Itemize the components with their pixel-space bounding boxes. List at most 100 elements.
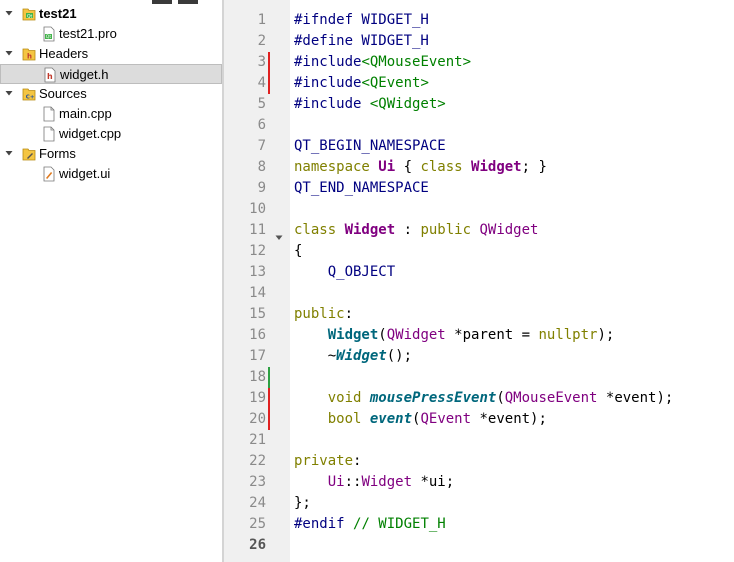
expand-arrow-icon[interactable] [5,9,13,17]
tree-item-label: Sources [39,86,87,101]
code-line[interactable]: QT_BEGIN_NAMESPACE [294,138,446,154]
line-number: 13 [249,264,266,280]
code-token: QT_BEGIN_NAMESPACE [294,138,446,154]
code-token: class [294,222,345,238]
code-token: Ui [378,159,396,175]
code-line[interactable]: class Widget : public QWidget [294,222,538,238]
code-line[interactable]: #include<QEvent> [294,75,429,91]
code-token: ; } [521,159,547,175]
ui-file-icon [42,166,56,182]
header-file-icon: h [43,67,57,83]
code-editor[interactable]: #ifndef WIDGET_H #define WIDGET_H #include… [290,0,734,562]
line-number: 4 [257,75,266,91]
line-number: 17 [249,348,266,364]
code-token: Widget [361,474,413,490]
qt-project-icon: Qt [22,6,36,22]
line-number: 24 [249,495,266,511]
tree-item-label: test21 [39,6,77,21]
code-line[interactable]: private: [294,453,361,469]
code-line[interactable]: public: [294,306,353,322]
line-number: 11 [249,222,266,238]
line-number-gutter: 1 2 3 4 5 6 7 8 9 10 11 12 13 14 15 16 17 18 19 20 21 22 23 24 2… [224,0,290,562]
line-number: 10 [249,201,266,217]
tree-item[interactable]: h Headers [0,44,222,64]
code-token: #define WIDGET_H [294,33,429,49]
code-token: Widget [327,327,379,343]
code-line[interactable]: #endif // WIDGET_H [294,516,446,532]
code-token: ); [597,327,615,343]
code-line[interactable]: Widget(QWidget *parent = nullptr); [294,327,615,343]
svg-text:Qt: Qt [46,34,52,40]
code-line[interactable]: { [294,243,302,259]
code-line[interactable]: Q_OBJECT [294,264,395,280]
code-token: <QEvent> [361,75,429,91]
code-line[interactable]: #include <QWidget> [294,96,446,112]
line-number: 20 [249,411,266,427]
expand-arrow-icon[interactable] [5,89,13,97]
cpp-file-icon [42,126,56,142]
line-number: 22 [249,453,266,469]
code-line[interactable]: ~Widget(); [294,348,412,364]
tree-item[interactable]: Qt test21 [0,4,222,24]
code-line[interactable]: namespace Ui { class Widget; } [294,159,547,175]
tree-item[interactable]: C+ Sources [0,84,222,104]
code-token: : [353,453,362,469]
tree-item[interactable]: widget.cpp [0,124,222,144]
code-token: (); [386,348,413,364]
code-token: Q_OBJECT [327,264,396,280]
line-number: 1 [257,12,266,28]
code-line[interactable]: void mousePressEvent(QMouseEvent *event)… [294,390,674,406]
code-line[interactable]: #include<QMouseEvent> [294,54,471,70]
code-token: Widget [336,348,387,364]
code-line[interactable]: Ui::Widget *ui; [294,474,454,490]
change-marker [268,409,270,430]
line-number: 15 [249,306,266,322]
code-token: namespace [294,159,379,175]
line-number: 26 [249,537,266,553]
code-line[interactable]: #ifndef WIDGET_H [294,12,429,28]
project-tree: Qt test21 Qt test21.pro h Headers h widget.h C+ S… [0,4,222,562]
pro-file-icon: Qt [42,26,56,42]
tree-item[interactable]: main.cpp [0,104,222,124]
line-number: 18 [249,369,266,385]
code-token: #include [294,75,362,91]
code-token: <QWidget> [369,96,446,112]
code-token: class [420,159,472,175]
code-token: nullptr [538,327,598,343]
code-token: Widget [344,222,396,238]
code-token: ~ [294,348,337,364]
code-token: *ui; [412,474,455,490]
line-number: 6 [257,117,266,133]
fold-arrow-icon[interactable] [275,228,283,240]
expand-arrow-icon[interactable] [5,149,13,157]
tree-item-label: test21.pro [59,26,117,41]
code-line[interactable]: QT_END_NAMESPACE [294,180,429,196]
code-line[interactable]: bool event(QEvent *event); [294,411,547,427]
tree-item[interactable]: Qt test21.pro [0,24,222,44]
tree-item[interactable]: Forms [0,144,222,164]
code-token: #ifndef WIDGET_H [294,12,429,28]
line-number: 7 [257,138,266,154]
sources-folder-icon: C+ [22,86,36,102]
line-number: 3 [257,54,266,70]
expand-arrow-icon[interactable] [5,49,13,57]
tree-item-label: widget.h [60,67,109,82]
code-line[interactable]: #define WIDGET_H [294,33,429,49]
tree-item-label: main.cpp [59,106,112,121]
svg-text:h: h [47,72,53,81]
code-line[interactable]: }; [294,495,311,511]
code-token: private [294,453,354,469]
change-marker [268,73,270,94]
code-token: QMouseEvent [504,390,598,406]
tree-item[interactable]: widget.ui [0,164,222,184]
code-token: :: [344,474,362,490]
code-token: { [294,243,303,259]
cpp-file-icon [42,106,56,122]
code-token: #include [294,54,362,70]
code-token: *parent = [445,327,539,343]
tree-item[interactable]: h widget.h [0,64,222,84]
